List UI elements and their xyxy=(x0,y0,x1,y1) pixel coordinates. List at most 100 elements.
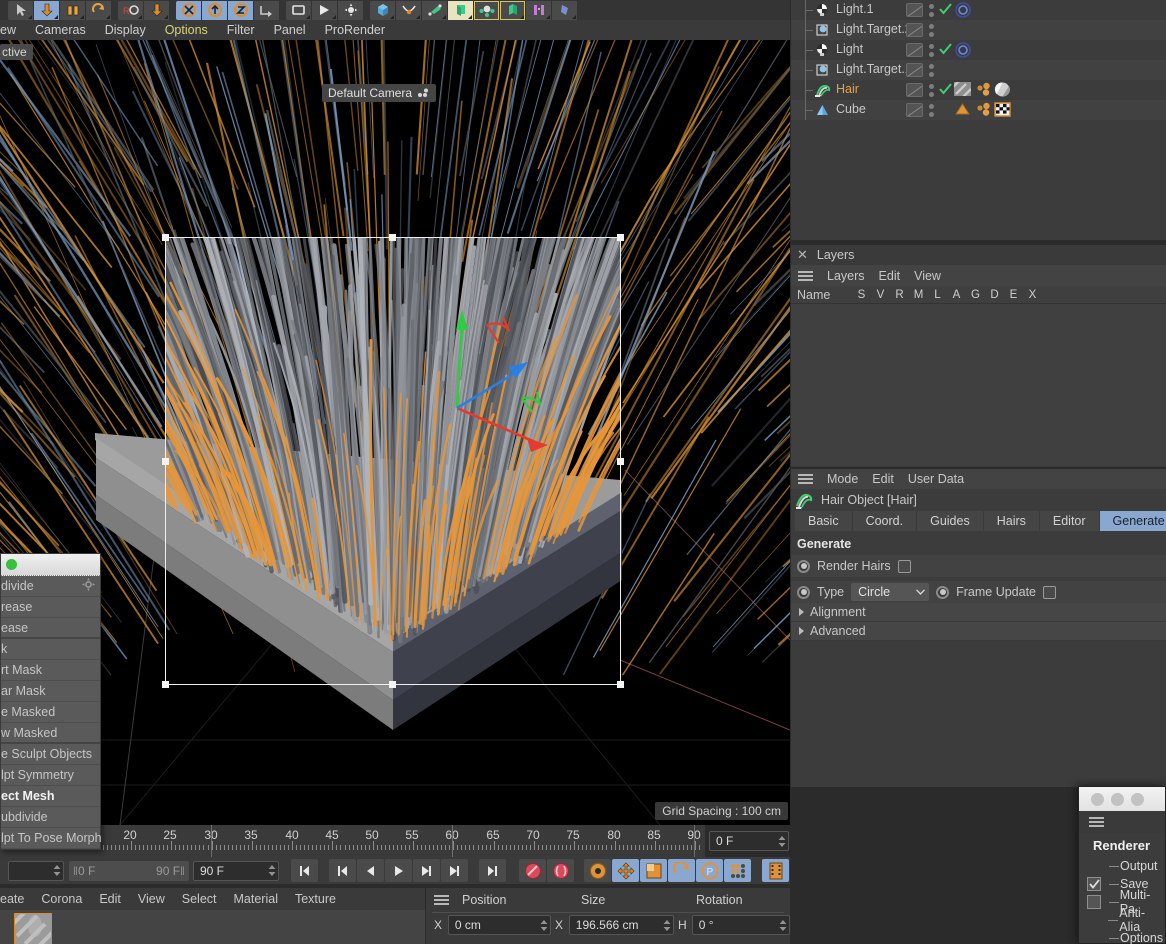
lock-y-axis-icon[interactable] xyxy=(202,0,228,20)
deformer-icon[interactable] xyxy=(448,0,474,20)
size-x-field[interactable]: 196.566 cm xyxy=(568,915,674,935)
render-view-icon[interactable] xyxy=(286,0,312,20)
target-tag-icon[interactable] xyxy=(955,42,971,61)
context-menu-item[interactable]: w Masked xyxy=(1,723,100,744)
attribute-tab[interactable]: Hairs xyxy=(983,511,1040,531)
spinner-icon[interactable] xyxy=(268,865,276,876)
layers-menu-layers[interactable]: Layers xyxy=(827,269,865,283)
step-back-button[interactable] xyxy=(357,859,384,882)
layers-column-header[interactable]: G xyxy=(966,289,985,301)
go-to-start-button[interactable] xyxy=(291,859,318,882)
position-key-button[interactable] xyxy=(612,859,639,882)
position-x-field[interactable]: 0 cm xyxy=(447,915,551,935)
object-manager-row[interactable]: Cube xyxy=(791,100,1166,120)
animation-layer-button[interactable] xyxy=(762,859,789,882)
render-settings-checkbox[interactable] xyxy=(1087,895,1101,909)
layers-column-header[interactable]: R xyxy=(890,289,909,301)
zoom-dot-icon[interactable] xyxy=(1131,792,1144,806)
advanced-fold[interactable]: Advanced xyxy=(791,622,1166,641)
render-settings-checkbox[interactable] xyxy=(1087,877,1101,891)
object-manager-row[interactable]: Light.Target.2 xyxy=(791,20,1166,40)
layers-column-header[interactable]: L xyxy=(928,289,947,301)
frame-update-radio-icon[interactable] xyxy=(936,585,950,599)
hamburger-icon[interactable] xyxy=(1089,817,1104,827)
material-menu-item[interactable]: Edit xyxy=(99,892,121,906)
object-manager[interactable]: Light.1 Light.Target.2 Light Light.Target.1… xyxy=(791,0,1166,240)
attribute-tab[interactable]: Generate xyxy=(1099,511,1166,531)
visibility-dots[interactable] xyxy=(929,104,934,117)
lock-x-axis-icon[interactable] xyxy=(176,0,202,20)
spinner-icon[interactable] xyxy=(53,865,61,876)
spinner-icon[interactable] xyxy=(540,919,548,931)
object-manager-row[interactable]: Light xyxy=(791,40,1166,60)
visibility-dots[interactable] xyxy=(929,44,934,57)
layers-column-header[interactable]: M xyxy=(909,289,928,301)
point-level-animation-button[interactable] xyxy=(724,859,751,882)
render-settings-window[interactable]: Renderer Output Save Multi-Pa Anti-Alia Opti… xyxy=(1078,786,1166,944)
rotation-key-button[interactable] xyxy=(668,859,695,882)
checker-material-tag[interactable] xyxy=(994,102,1011,120)
hair-material-tag[interactable] xyxy=(950,78,972,100)
material-menu-item[interactable]: Select xyxy=(182,892,217,906)
context-menu-item[interactable]: k xyxy=(1,639,100,660)
hamburger-icon[interactable] xyxy=(798,474,813,484)
render-settings-icon[interactable] xyxy=(338,0,364,20)
minimize-dot-icon[interactable] xyxy=(1111,792,1124,806)
viewport-menu-prorender[interactable]: ProRender xyxy=(325,23,385,37)
object-manager-row[interactable]: Hair xyxy=(791,78,1166,100)
layers-menu-edit[interactable]: Edit xyxy=(879,269,901,283)
viewport-menu-display[interactable]: Display xyxy=(105,23,146,37)
context-menu-item[interactable]: ar Mask xyxy=(1,681,100,702)
layers-column-header[interactable]: E xyxy=(1004,289,1023,301)
object-manager-row[interactable]: Light.Target.1 xyxy=(791,60,1166,80)
enabled-check-icon[interactable] xyxy=(939,83,952,98)
layers-list[interactable] xyxy=(791,304,1166,466)
type-dropdown[interactable]: Circle xyxy=(851,583,930,601)
spinner-icon[interactable] xyxy=(778,835,786,847)
context-menu-item[interactable]: divide xyxy=(1,576,100,597)
material-menu-item[interactable]: eate xyxy=(0,892,24,906)
play-button[interactable] xyxy=(385,859,412,882)
array-object-icon[interactable] xyxy=(500,0,526,20)
layers-column-header[interactable]: V xyxy=(871,289,890,301)
layers-column-header[interactable]: A xyxy=(947,289,966,301)
viewport-menu-cameras[interactable]: Cameras xyxy=(35,23,86,37)
attr-menu-edit[interactable]: Edit xyxy=(872,472,894,486)
context-menu-item[interactable]: ubdivide xyxy=(1,807,100,828)
spline-pen-icon[interactable] xyxy=(396,0,422,20)
close-icon[interactable]: ✕ xyxy=(797,247,808,263)
phong-tag[interactable] xyxy=(954,102,971,119)
object-layer-tag[interactable] xyxy=(906,103,923,117)
material-menu-item[interactable]: Material xyxy=(234,892,278,906)
viewport-menu-options[interactable]: Options xyxy=(165,23,208,37)
rotation-h-field[interactable]: 0 ° xyxy=(691,915,791,935)
enabled-check-icon[interactable] xyxy=(939,3,952,18)
step-forward-button[interactable] xyxy=(413,859,440,882)
material-menu-item[interactable]: View xyxy=(138,892,165,906)
render-settings-row[interactable]: Options xyxy=(1079,929,1165,944)
parameter-key-button[interactable]: P xyxy=(696,859,723,882)
hair-tag[interactable] xyxy=(974,82,992,99)
perspective-viewport[interactable]: ctive Default Camera Grid Spacing : 100 … xyxy=(0,40,790,825)
character-object-icon[interactable] xyxy=(552,0,578,20)
context-menu-item[interactable]: ease xyxy=(1,618,100,639)
visibility-dots[interactable] xyxy=(929,64,934,77)
render-to-picture-viewer-icon[interactable] xyxy=(312,0,338,20)
cube-primitive-icon[interactable] xyxy=(370,0,396,20)
layers-menu-view[interactable]: View xyxy=(914,269,941,283)
scale-icon[interactable] xyxy=(60,0,86,20)
layers-column-header[interactable]: D xyxy=(985,289,1004,301)
render-settings-row[interactable]: Anti-Alia xyxy=(1079,906,1165,934)
hair-material-swatch[interactable] xyxy=(7,906,55,944)
hamburger-icon[interactable] xyxy=(434,895,449,905)
next-keyframe-button[interactable] xyxy=(441,859,468,882)
sphere-material-tag[interactable] xyxy=(994,82,1011,100)
context-menu-item[interactable]: e Masked xyxy=(1,702,100,723)
visibility-dots[interactable] xyxy=(929,84,934,97)
light-object-icon[interactable] xyxy=(474,0,500,20)
render-hairs-radio-icon[interactable] xyxy=(797,559,810,573)
visibility-dots[interactable] xyxy=(929,24,934,37)
lock-z-axis-icon[interactable] xyxy=(228,0,254,20)
object-manager-row[interactable]: Light.1 xyxy=(791,0,1166,20)
world-object-coordinates-icon[interactable] xyxy=(254,0,280,20)
